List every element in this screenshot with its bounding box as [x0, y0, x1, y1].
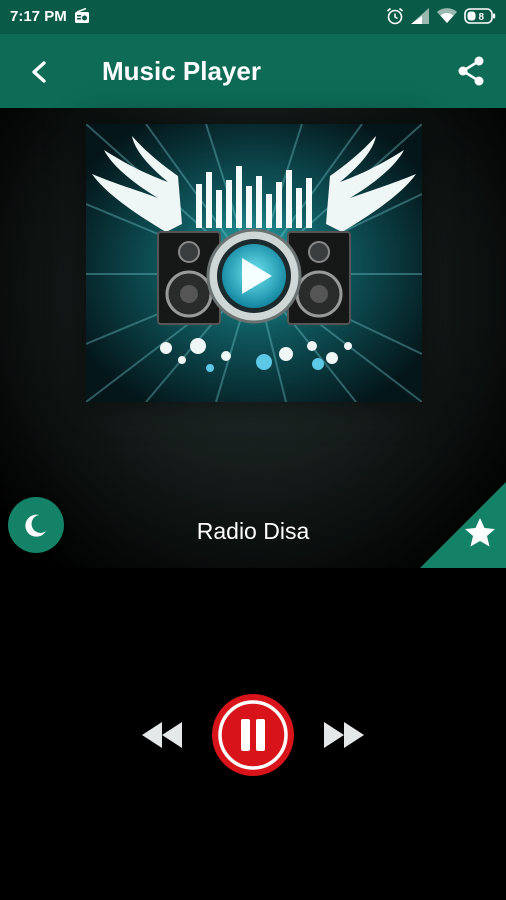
page-title: Music Player — [102, 56, 261, 86]
favorite-button[interactable] — [420, 482, 506, 568]
status-time: 7:17 PM — [10, 8, 67, 25]
status-icons: 8 — [386, 7, 496, 27]
chevron-left-icon — [32, 61, 46, 83]
battery-level: 8 — [479, 12, 485, 23]
pause-icon — [212, 694, 294, 776]
album-artwork — [86, 124, 422, 402]
app-bar: Music Player — [0, 34, 506, 108]
share-button[interactable] — [454, 54, 488, 88]
forward-button[interactable] — [320, 718, 368, 752]
share-icon — [458, 56, 484, 86]
rewind-button[interactable] — [138, 718, 186, 752]
rewind-icon — [142, 722, 182, 748]
fast-forward-icon — [324, 722, 364, 748]
signal-icon — [411, 8, 429, 24]
pause-button[interactable] — [210, 692, 296, 778]
back-button[interactable] — [22, 54, 58, 90]
alarm-icon — [386, 7, 404, 25]
radio-icon — [75, 8, 89, 23]
battery-icon: 8 — [464, 8, 496, 24]
playback-controls — [0, 690, 506, 780]
status-bar: 7:17 PM 8 — [0, 0, 506, 34]
player-area: Radio Disa — [0, 108, 506, 568]
wifi-icon — [437, 8, 457, 23]
